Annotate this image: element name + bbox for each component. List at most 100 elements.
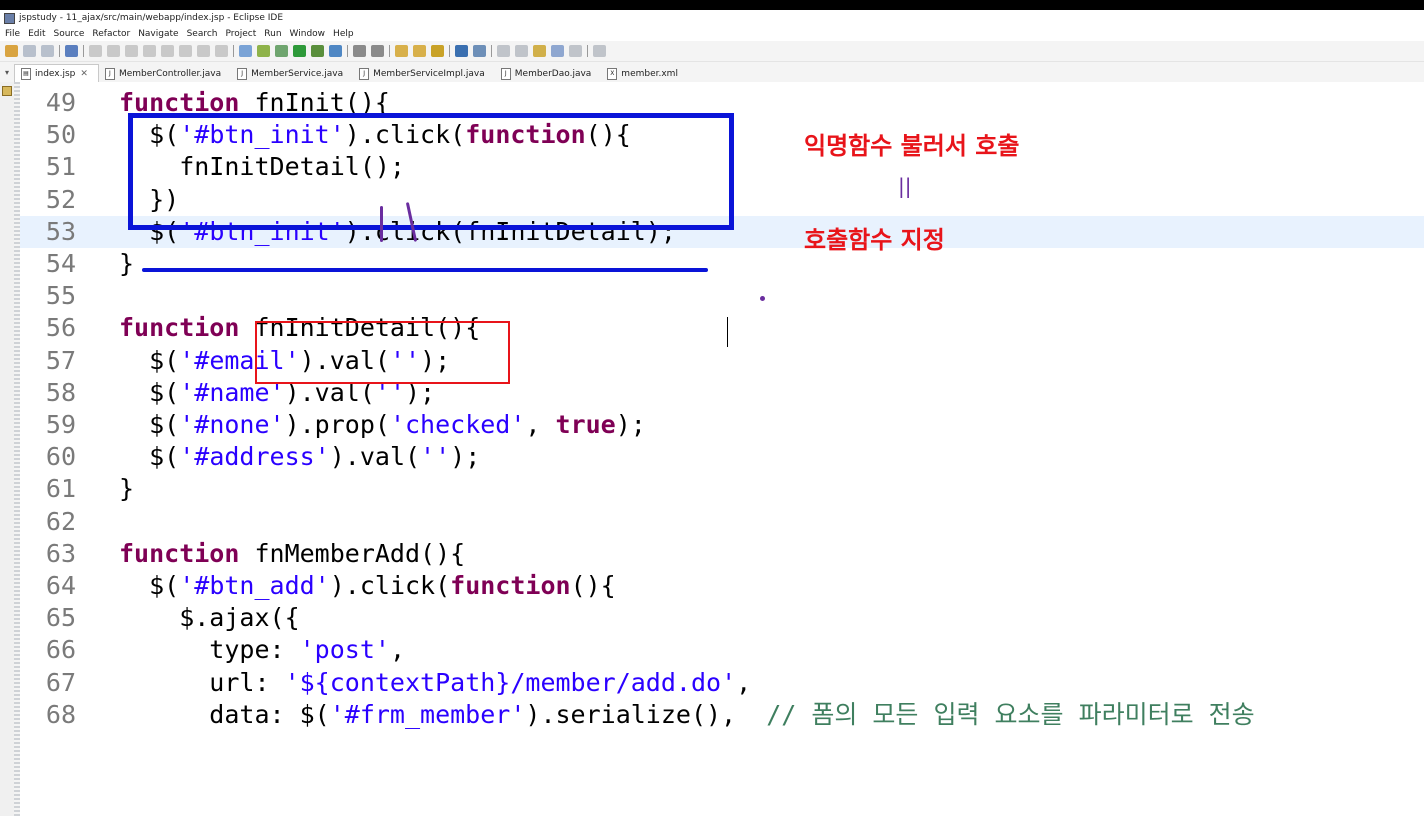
- forward-icon[interactable]: [569, 45, 582, 57]
- code-token: $(: [119, 377, 180, 407]
- new-icon[interactable]: [5, 45, 18, 57]
- pin-editor-icon[interactable]: [593, 45, 606, 57]
- last-edit-location-icon[interactable]: [533, 45, 546, 57]
- toggle-mark-occurrences-icon[interactable]: [239, 45, 252, 57]
- purple-scribble: [380, 206, 383, 242]
- menu-help[interactable]: Help: [333, 29, 354, 39]
- code-line-58[interactable]: 58 $('#name').val('');: [20, 377, 1424, 409]
- menu-project[interactable]: Project: [225, 29, 256, 39]
- pencil-icon[interactable]: [431, 45, 444, 57]
- purple-scribble: [760, 296, 765, 301]
- tab-label: MemberController.java: [118, 68, 222, 79]
- tab-membercontroller-java[interactable]: J MemberController.java: [99, 65, 231, 82]
- tab-memberservice-java[interactable]: J MemberService.java: [231, 65, 353, 82]
- coverage-icon[interactable]: [311, 45, 324, 57]
- tab-member-xml[interactable]: X member.xml: [601, 65, 688, 82]
- code-line-59[interactable]: 59 $('#none').prop('checked', true);: [20, 409, 1424, 441]
- menu-edit[interactable]: Edit: [28, 29, 45, 39]
- tab-index-jsp[interactable]: ▤ index.jsp ✕: [14, 64, 99, 82]
- menu-window[interactable]: Window: [290, 29, 326, 39]
- blue-highlight-box: [128, 113, 734, 230]
- save-all-icon[interactable]: [41, 45, 54, 57]
- line-number: 49: [45, 88, 76, 117]
- code-token: $(: [119, 571, 180, 600]
- next-annotation-icon[interactable]: [497, 45, 510, 57]
- view-menu-icon[interactable]: ▾: [0, 68, 14, 77]
- code-line-64[interactable]: 64 $('#btn_add').click(function(){: [20, 570, 1424, 602]
- external-tools-icon[interactable]: [329, 45, 342, 57]
- eclipse-app-icon: [4, 12, 15, 24]
- left-gutter: [0, 82, 14, 816]
- menu-navigate[interactable]: Navigate: [138, 29, 178, 39]
- code-line-56[interactable]: 56 function fnInitDetail(){: [20, 312, 1424, 344]
- text-caret: [727, 317, 728, 347]
- run-icon[interactable]: [293, 45, 306, 57]
- tab-memberdao-java[interactable]: J MemberDao.java: [495, 65, 602, 82]
- menu-run[interactable]: Run: [264, 29, 281, 39]
- tab-label: MemberService.java: [251, 68, 344, 79]
- code-line-61[interactable]: 61}: [20, 473, 1424, 505]
- java-file-icon: J: [104, 67, 115, 80]
- menu-file[interactable]: File: [5, 29, 20, 39]
- previous-annotation-icon[interactable]: [515, 45, 528, 57]
- string-token: '': [420, 442, 451, 472]
- resume-icon[interactable]: [107, 45, 120, 57]
- string-token: '#address': [179, 442, 330, 472]
- menu-search[interactable]: Search: [187, 29, 218, 39]
- code-line-62[interactable]: 62: [20, 506, 1424, 538]
- tab-label: member.xml: [621, 68, 678, 79]
- code-line-57[interactable]: 57 $('#email').val('');: [20, 345, 1424, 377]
- new-server-icon[interactable]: [353, 45, 366, 57]
- back-icon[interactable]: [551, 45, 564, 57]
- open-folder-icon[interactable]: [413, 45, 426, 57]
- code-line-54[interactable]: 54}: [20, 248, 1424, 280]
- open-type-icon[interactable]: [395, 45, 408, 57]
- code-token: );: [615, 410, 646, 439]
- code-token: ).val(: [329, 442, 421, 472]
- console-icon[interactable]: [65, 45, 78, 57]
- code-line-65[interactable]: 65 $.ajax({: [20, 602, 1424, 634]
- code-token: );: [450, 442, 481, 472]
- search-icon[interactable]: [473, 45, 486, 57]
- terminate-icon[interactable]: [143, 45, 156, 57]
- save-icon[interactable]: [23, 45, 36, 57]
- line-code: url: '${contextPath}/member/add.do',: [119, 667, 751, 699]
- annotation-callback-designate: 호출함수 지정: [804, 226, 945, 254]
- globe-icon[interactable]: [455, 45, 468, 57]
- line-code: $('#address').val('');: [119, 441, 480, 473]
- keyword-token: function: [119, 313, 240, 343]
- code-line-63[interactable]: 63 function fnMemberAdd(){: [20, 538, 1424, 570]
- line-number: 57: [45, 345, 76, 375]
- menu-source[interactable]: Source: [54, 29, 85, 39]
- new-class-icon[interactable]: [371, 45, 384, 57]
- code-line-67[interactable]: 67 url: '${contextPath}/member/add.do',: [20, 667, 1424, 699]
- code-line-60[interactable]: 60 $('#address').val('');: [20, 441, 1424, 473]
- line-number: 59: [45, 410, 76, 439]
- line-number: 62: [45, 506, 76, 536]
- string-token: '${contextPath}/member/add.do': [284, 667, 737, 697]
- debug-icon[interactable]: [275, 45, 288, 57]
- code-token: $(: [119, 410, 180, 439]
- close-icon[interactable]: ✕: [80, 69, 88, 79]
- step-into-icon[interactable]: [179, 45, 192, 57]
- suspend-icon[interactable]: [125, 45, 138, 57]
- keyword-token: function: [119, 538, 240, 568]
- tab-memberserviceimpl-java[interactable]: J MemberServiceImpl.java: [353, 65, 495, 82]
- step-return-icon[interactable]: [215, 45, 228, 57]
- java-file-icon: J: [359, 67, 370, 80]
- skip-breakpoints-icon[interactable]: [89, 45, 102, 57]
- line-code: $('#none').prop('checked', true);: [119, 409, 646, 441]
- java-file-icon: J: [237, 67, 248, 80]
- code-editor[interactable]: 49 function fnInit(){50 $('#btn_init').cl…: [20, 82, 1424, 816]
- code-token: }: [119, 474, 135, 504]
- block-selection-icon[interactable]: [257, 45, 270, 57]
- menu-refactor[interactable]: Refactor: [92, 29, 130, 39]
- code-line-68[interactable]: 68 data: $('#frm_member').serialize(), /…: [20, 699, 1424, 731]
- top-black-strip: [0, 0, 1424, 10]
- disconnect-icon[interactable]: [161, 45, 174, 57]
- toolbar-separator: [587, 45, 588, 57]
- code-line-55[interactable]: 55: [20, 280, 1424, 312]
- red-highlight-box: [255, 321, 510, 384]
- step-over-icon[interactable]: [197, 45, 210, 57]
- code-line-66[interactable]: 66 type: 'post',: [20, 634, 1424, 666]
